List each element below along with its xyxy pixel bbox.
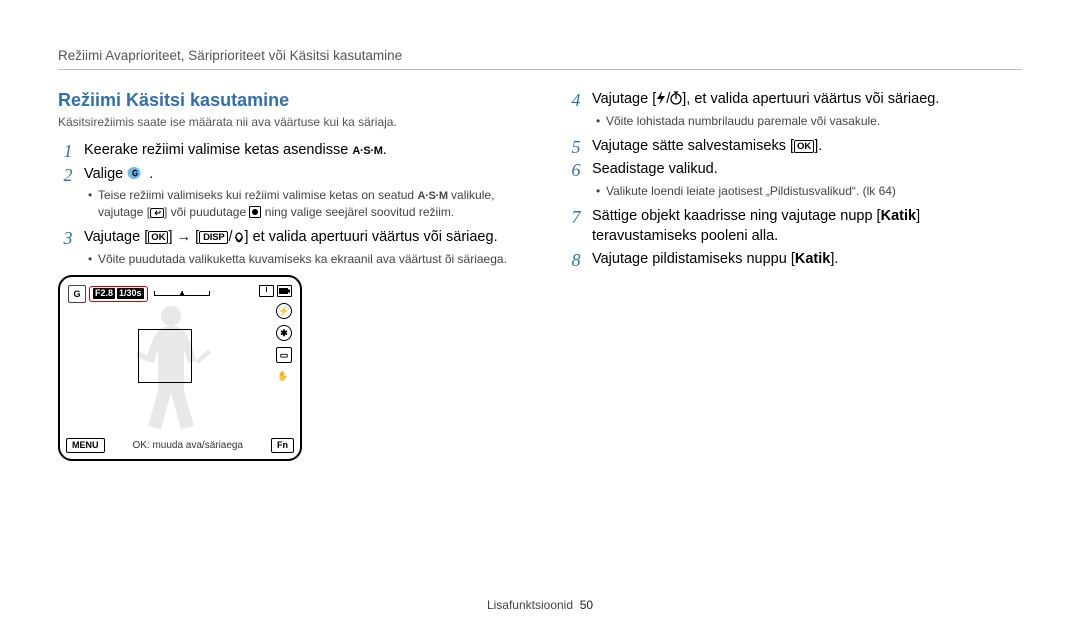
footer-section: Lisafunktsioonid — [487, 598, 573, 612]
step-number: 4 — [566, 88, 586, 112]
macro-icon — [233, 231, 245, 243]
step-2-bullets: Teise režiimi valimiseks kui režiimi val… — [84, 187, 514, 220]
step-number: 5 — [566, 135, 586, 159]
step-text: ] et valida apertuuri väärtus või säriae… — [245, 229, 498, 245]
step-text-end: . — [383, 142, 387, 158]
step-text: Vajutage sätte salvestamiseks [ — [592, 138, 794, 154]
katik-label: Katik — [795, 251, 830, 267]
asm-icon: A·S·M — [417, 190, 447, 202]
step-number: 1 — [58, 139, 78, 163]
left-column: Režiimi Käsitsi kasutamine Käsitsirežiim… — [58, 90, 514, 461]
fstop-value: F2.8 — [93, 288, 115, 299]
step-number: 7 — [566, 205, 586, 229]
fn-button-glyph: Fn — [271, 438, 294, 453]
bullet-text: Teise režiimi valimiseks kui režiimi val… — [98, 188, 417, 202]
flash-icon: ⚡ — [276, 303, 292, 319]
flash-icon — [656, 91, 666, 105]
disp-button-glyph: DISP — [199, 231, 228, 244]
bullet-text: Võite puudutada valikuketta kuvamiseks k… — [98, 252, 507, 266]
bullet-text: Võite lohistada numbrilaudu paremale või… — [606, 114, 880, 128]
ev-scale — [154, 291, 210, 296]
step-8: 8 Vajutage pildistamiseks nuppu [Katik]. — [566, 250, 1022, 270]
ok-button-glyph: OK — [794, 140, 814, 153]
step-3-bullets: Võite puudutada valikuketta kuvamiseks k… — [84, 251, 514, 267]
step-2: 2 Valige G . Teise režiimi valimiseks ku… — [58, 165, 514, 221]
asm-icon: A·S·M — [352, 145, 382, 157]
size-icon: ▭ — [276, 347, 292, 363]
step-text: Valige — [84, 166, 127, 182]
hand-icon: ✋ — [276, 369, 290, 383]
bullet: Valikute loendi leiate jaotisest „Pildis… — [596, 183, 1022, 199]
lcd-right-side: ⚡ ✱ ▭ ✋ — [276, 303, 292, 383]
page-footer: Lisafunktsioonid 50 — [0, 598, 1080, 612]
bullet-text: Valikute loendi leiate jaotisest „Pildis… — [606, 184, 896, 198]
step-text: Keerake režiimi valimise ketas asendisse — [84, 142, 352, 158]
bullet: Võite puudutada valikuketta kuvamiseks k… — [88, 251, 514, 267]
step-5: 5 Vajutage sätte salvestamiseks [OK]. — [566, 137, 1022, 157]
content-columns: Režiimi Käsitsi kasutamine Käsitsirežiim… — [58, 90, 1022, 461]
menu-button-glyph: MENU — [66, 438, 105, 453]
svg-text:G: G — [132, 169, 138, 178]
shutter-value: 1/30s — [117, 288, 144, 299]
manual-page: Režiimi Avaprioriteet, Säriprioriteet võ… — [0, 0, 1080, 630]
exposure-readout: F2.8 1/30s — [89, 286, 148, 302]
mode-badge: G — [68, 285, 86, 303]
step-1: 1 Keerake režiimi valimise ketas asendis… — [58, 141, 514, 161]
back-icon — [150, 208, 164, 218]
bullet: Teise režiimi valimiseks kui režiimi val… — [88, 187, 514, 220]
step-3: 3 Vajutage [OK] → [DISP/] et valida aper… — [58, 228, 514, 267]
af-focus-rect — [138, 329, 192, 383]
step-text: Sättige objekt kaadrisse ning vajutage n… — [592, 208, 881, 224]
step-number: 6 — [566, 158, 586, 182]
m-mode-icon: G — [127, 166, 145, 180]
timer-icon — [670, 91, 682, 105]
lcd-screen: G F2.8 1/30s I — [66, 283, 294, 435]
step-4: 4 Vajutage [/], et valida apertuuri väär… — [566, 90, 1022, 129]
timer-icon: ✱ — [276, 325, 292, 341]
mode-small-icon — [249, 206, 261, 218]
section-subtitle: Käsitsirežiimis saate ise määrata nii av… — [58, 115, 514, 129]
step-text: ]. — [830, 251, 838, 267]
katik-label: Katik — [881, 208, 916, 224]
step-4-bullets: Võite lohistada numbrilaudu paremale või… — [592, 113, 1022, 129]
step-number: 3 — [58, 226, 78, 250]
section-title: Režiimi Käsitsi kasutamine — [58, 90, 514, 111]
step-text: Seadistage valikud. — [592, 161, 718, 177]
steps-left: 1 Keerake režiimi valimise ketas asendis… — [58, 141, 514, 267]
step-text: ] → [ — [168, 229, 199, 245]
lcd-bottom-row: MENU OK: muuda ava/säriaega Fn — [66, 438, 294, 453]
step-number: 2 — [58, 163, 78, 187]
ok-button-glyph: OK — [148, 231, 168, 244]
running-header: Režiimi Avaprioriteet, Säriprioriteet võ… — [58, 48, 1022, 70]
step-6-bullets: Valikute loendi leiate jaotisest „Pildis… — [592, 183, 1022, 199]
step-text: ]. — [814, 138, 822, 154]
step-number: 8 — [566, 248, 586, 272]
lcd-top-right: I — [259, 285, 292, 297]
step-6: 6 Seadistage valikud. Valikute loendi le… — [566, 160, 1022, 199]
step-text: Vajutage [ — [84, 229, 148, 245]
step-text: ], et valida apertuuri väärtus või säria… — [682, 91, 939, 107]
right-column: 4 Vajutage [/], et valida apertuuri väär… — [566, 90, 1022, 461]
card-icon: I — [259, 285, 274, 297]
lcd-caption: OK: muuda ava/säriaega — [132, 440, 243, 451]
bullet-text: ning valige seejärel soovitud režiim. — [261, 205, 454, 219]
step-text-end: . — [149, 166, 153, 182]
bullet: Võite lohistada numbrilaudu paremale või… — [596, 113, 1022, 129]
footer-page: 50 — [580, 598, 593, 612]
bullet-text: ] või puudutage — [164, 205, 249, 219]
camera-lcd: G F2.8 1/30s I — [58, 275, 302, 461]
steps-right: 4 Vajutage [/], et valida apertuuri väär… — [566, 90, 1022, 270]
step-text: Vajutage [ — [592, 91, 656, 107]
battery-icon — [277, 285, 292, 297]
step-text: Vajutage pildistamiseks nuppu [ — [592, 251, 795, 267]
step-7: 7 Sättige objekt kaadrisse ning vajutage… — [566, 207, 1022, 246]
